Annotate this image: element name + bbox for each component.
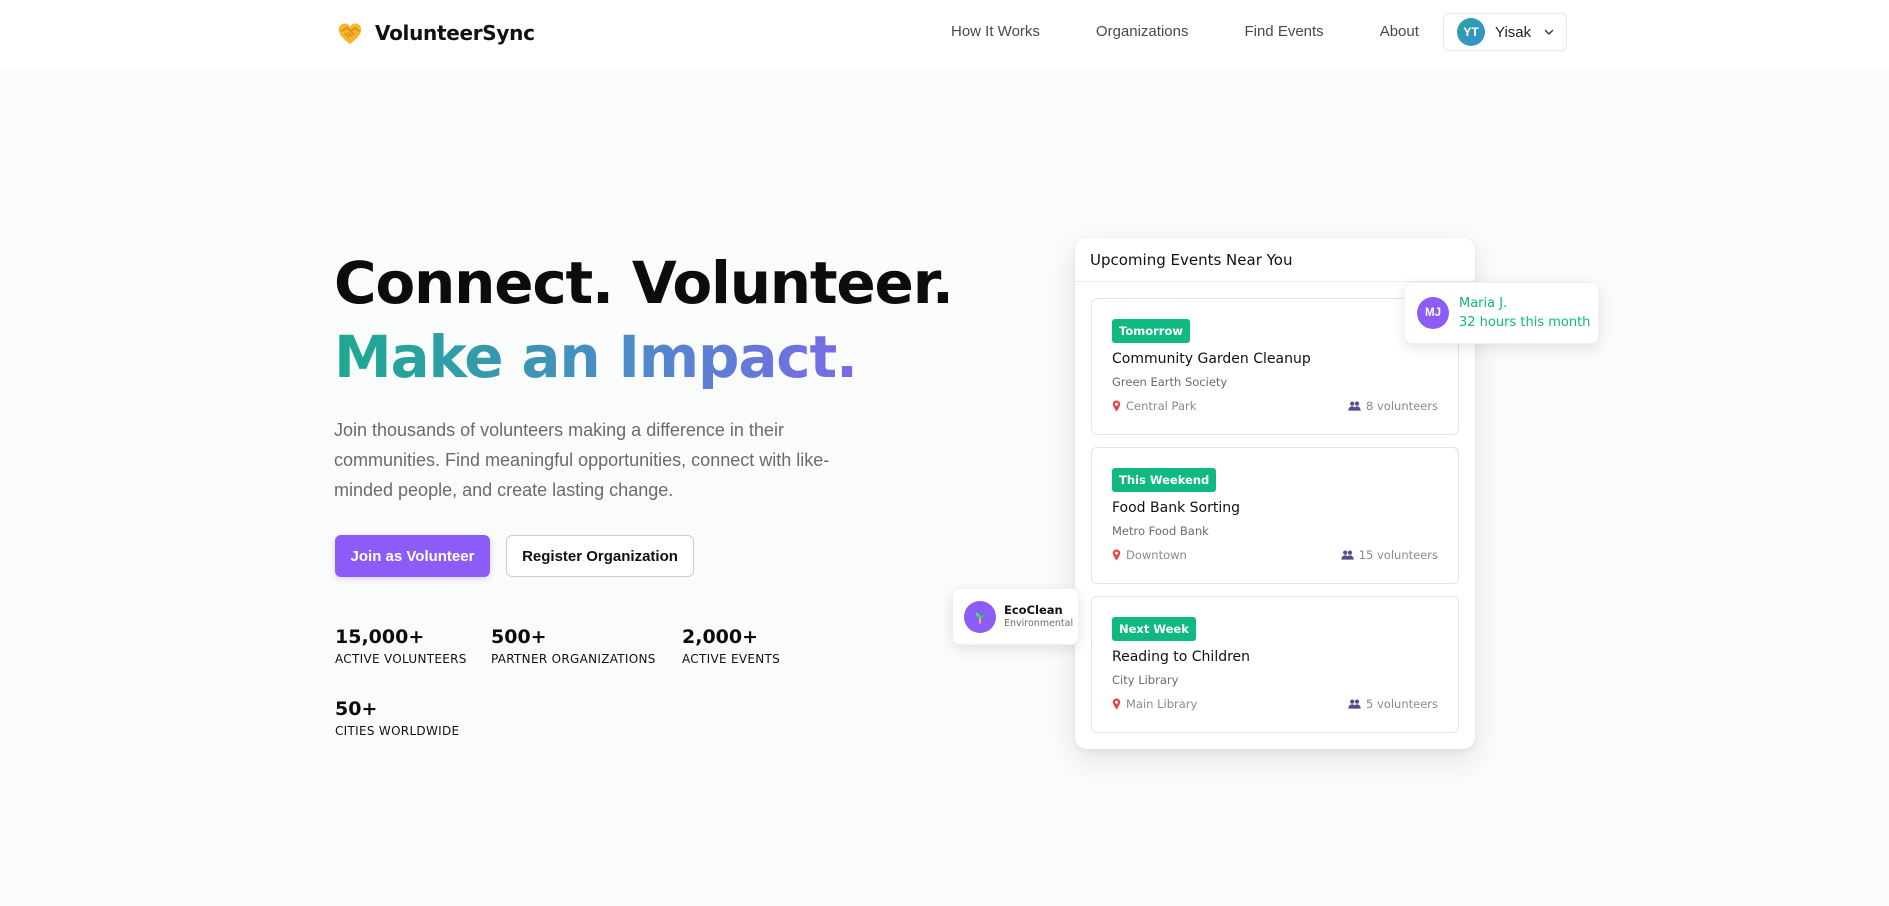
stat-cities-worldwide: 50+ CITIES WORLDWIDE — [335, 698, 459, 738]
nav-how-it-works[interactable]: How It Works — [951, 23, 1040, 40]
event-location: Downtown — [1112, 548, 1187, 562]
people-icon — [1348, 699, 1361, 709]
chevron-down-icon — [1544, 29, 1554, 35]
location-pin-icon — [1112, 698, 1121, 710]
user-name: Yisak — [1495, 23, 1532, 41]
stat-label: CITIES WORLDWIDE — [335, 724, 460, 738]
stat-active-volunteers: 15,000+ ACTIVE VOLUNTEERS — [335, 626, 467, 666]
stat-value: 2,000+ — [682, 626, 759, 648]
hero-subtitle: Join thousands of volunteers making a di… — [334, 420, 830, 500]
join-volunteer-button[interactable]: Join as Volunteer — [335, 535, 490, 577]
organization-type: Environmental — [1004, 618, 1074, 629]
event-volunteers-text: 15 volunteers — [1358, 548, 1438, 562]
organization-avatar — [964, 600, 996, 633]
event-title: Food Bank Sorting — [1112, 500, 1240, 516]
user-avatar: YT — [1457, 18, 1485, 46]
people-icon — [1348, 401, 1361, 411]
seedling-icon — [975, 612, 985, 624]
location-pin-icon — [1112, 400, 1121, 412]
event-location: Central Park — [1112, 399, 1196, 413]
brand[interactable]: VolunteerSync — [335, 18, 535, 48]
event-volunteers: 5 volunteers — [1348, 697, 1438, 711]
register-organization-button[interactable]: Register Organization — [506, 535, 694, 577]
event-volunteers: 15 volunteers — [1341, 548, 1438, 562]
volunteer-highlight-card: MJ Maria J. 32 hours this month — [1404, 282, 1599, 344]
main-nav: How It Works Organizations Find Events A… — [951, 0, 1475, 62]
stat-active-events: 2,000+ ACTIVE EVENTS — [682, 626, 780, 666]
volunteer-name: Maria J. — [1459, 296, 1508, 311]
stat-label: ACTIVE EVENTS — [682, 652, 781, 666]
event-date-badge: This Weekend — [1112, 468, 1217, 492]
event-organization: Green Earth Society — [1112, 375, 1228, 389]
nav-organizations[interactable]: Organizations — [1096, 23, 1189, 40]
nav-find-events[interactable]: Find Events — [1244, 23, 1323, 40]
volunteer-highlight-text: Maria J. 32 hours this month — [1459, 294, 1590, 332]
stat-value: 50+ — [335, 698, 378, 720]
event-location-text: Downtown — [1126, 548, 1187, 562]
user-menu-button[interactable]: YT Yisak — [1443, 13, 1567, 51]
volunteer-avatar: MJ — [1417, 297, 1449, 329]
event-card[interactable]: This Weekend Food Bank Sorting Metro Foo… — [1091, 447, 1459, 584]
event-organization: City Library — [1112, 673, 1179, 687]
hero-title: Connect. Volunteer. Make an Impact. — [334, 246, 954, 394]
stat-label: PARTNER ORGANIZATIONS — [491, 652, 656, 666]
stat-partner-organizations: 500+ PARTNER ORGANIZATIONS — [491, 626, 656, 666]
people-icon — [1341, 550, 1354, 560]
event-volunteers-text: 8 volunteers — [1366, 399, 1438, 413]
organization-name: EcoClean — [1004, 603, 1063, 617]
hero-title-line2: Make an Impact. — [334, 320, 953, 394]
event-date-badge: Tomorrow — [1112, 319, 1190, 343]
event-date-badge: Next Week — [1112, 617, 1196, 641]
event-card[interactable]: Next Week Reading to Children City Libra… — [1091, 596, 1459, 733]
event-volunteers: 8 volunteers — [1348, 399, 1438, 413]
organization-info: EcoClean Environmental — [1004, 603, 1073, 630]
organization-highlight-card: EcoClean Environmental — [952, 588, 1079, 645]
event-title: Reading to Children — [1112, 649, 1251, 665]
events-panel-title: Upcoming Events Near You — [1075, 238, 1475, 282]
event-location: Main Library — [1112, 697, 1197, 711]
stat-value: 15,000+ — [335, 626, 425, 648]
stat-label: ACTIVE VOLUNTEERS — [335, 652, 467, 666]
event-location-text: Central Park — [1126, 399, 1197, 413]
location-pin-icon — [1112, 549, 1121, 561]
brand-name: VolunteerSync — [375, 21, 535, 45]
event-location-text: Main Library — [1126, 697, 1198, 711]
hero-title-line1: Connect. Volunteer. — [334, 249, 954, 317]
top-navbar: VolunteerSync How It Works Organizations… — [0, 0, 1889, 70]
event-volunteers-text: 5 volunteers — [1366, 697, 1438, 711]
stat-value: 500+ — [491, 626, 547, 648]
volunteer-hours: 32 hours this month — [1459, 315, 1591, 330]
nav-about[interactable]: About — [1380, 23, 1419, 40]
event-title: Community Garden Cleanup — [1112, 351, 1311, 367]
heart-handshake-icon — [338, 23, 362, 44]
event-organization: Metro Food Bank — [1112, 524, 1209, 538]
